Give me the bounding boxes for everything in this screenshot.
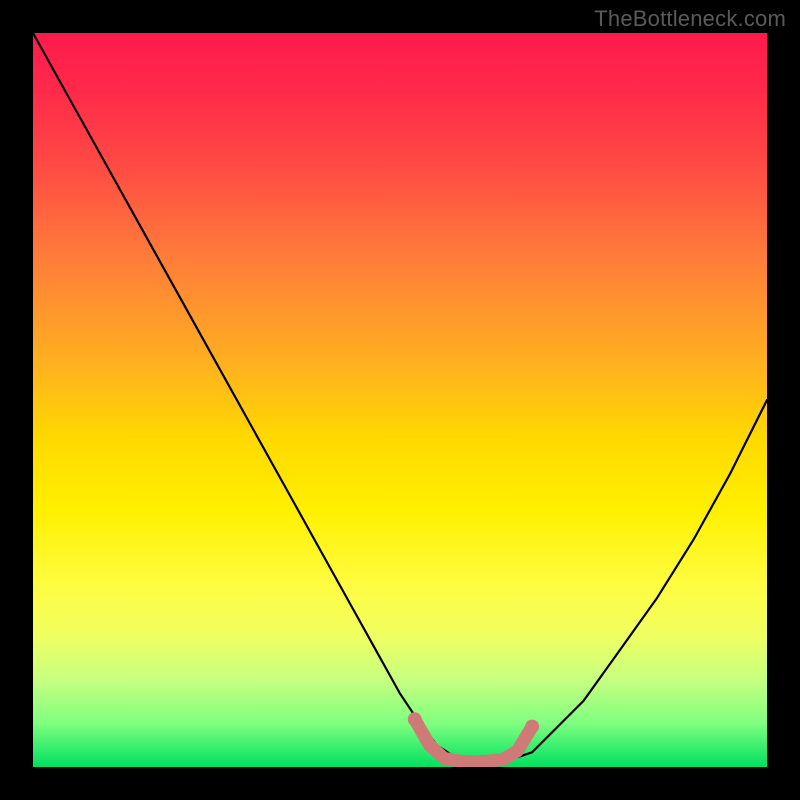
flat-region-markers: [408, 712, 539, 762]
flat-marker-endpoint: [408, 712, 422, 726]
chart-svg: [33, 33, 767, 767]
curve-line: [33, 33, 767, 763]
watermark-text: TheBottleneck.com: [594, 6, 786, 32]
plot-area: [33, 33, 767, 767]
flat-marker-endpoint: [525, 720, 539, 734]
flat-marker-stroke: [415, 719, 532, 762]
